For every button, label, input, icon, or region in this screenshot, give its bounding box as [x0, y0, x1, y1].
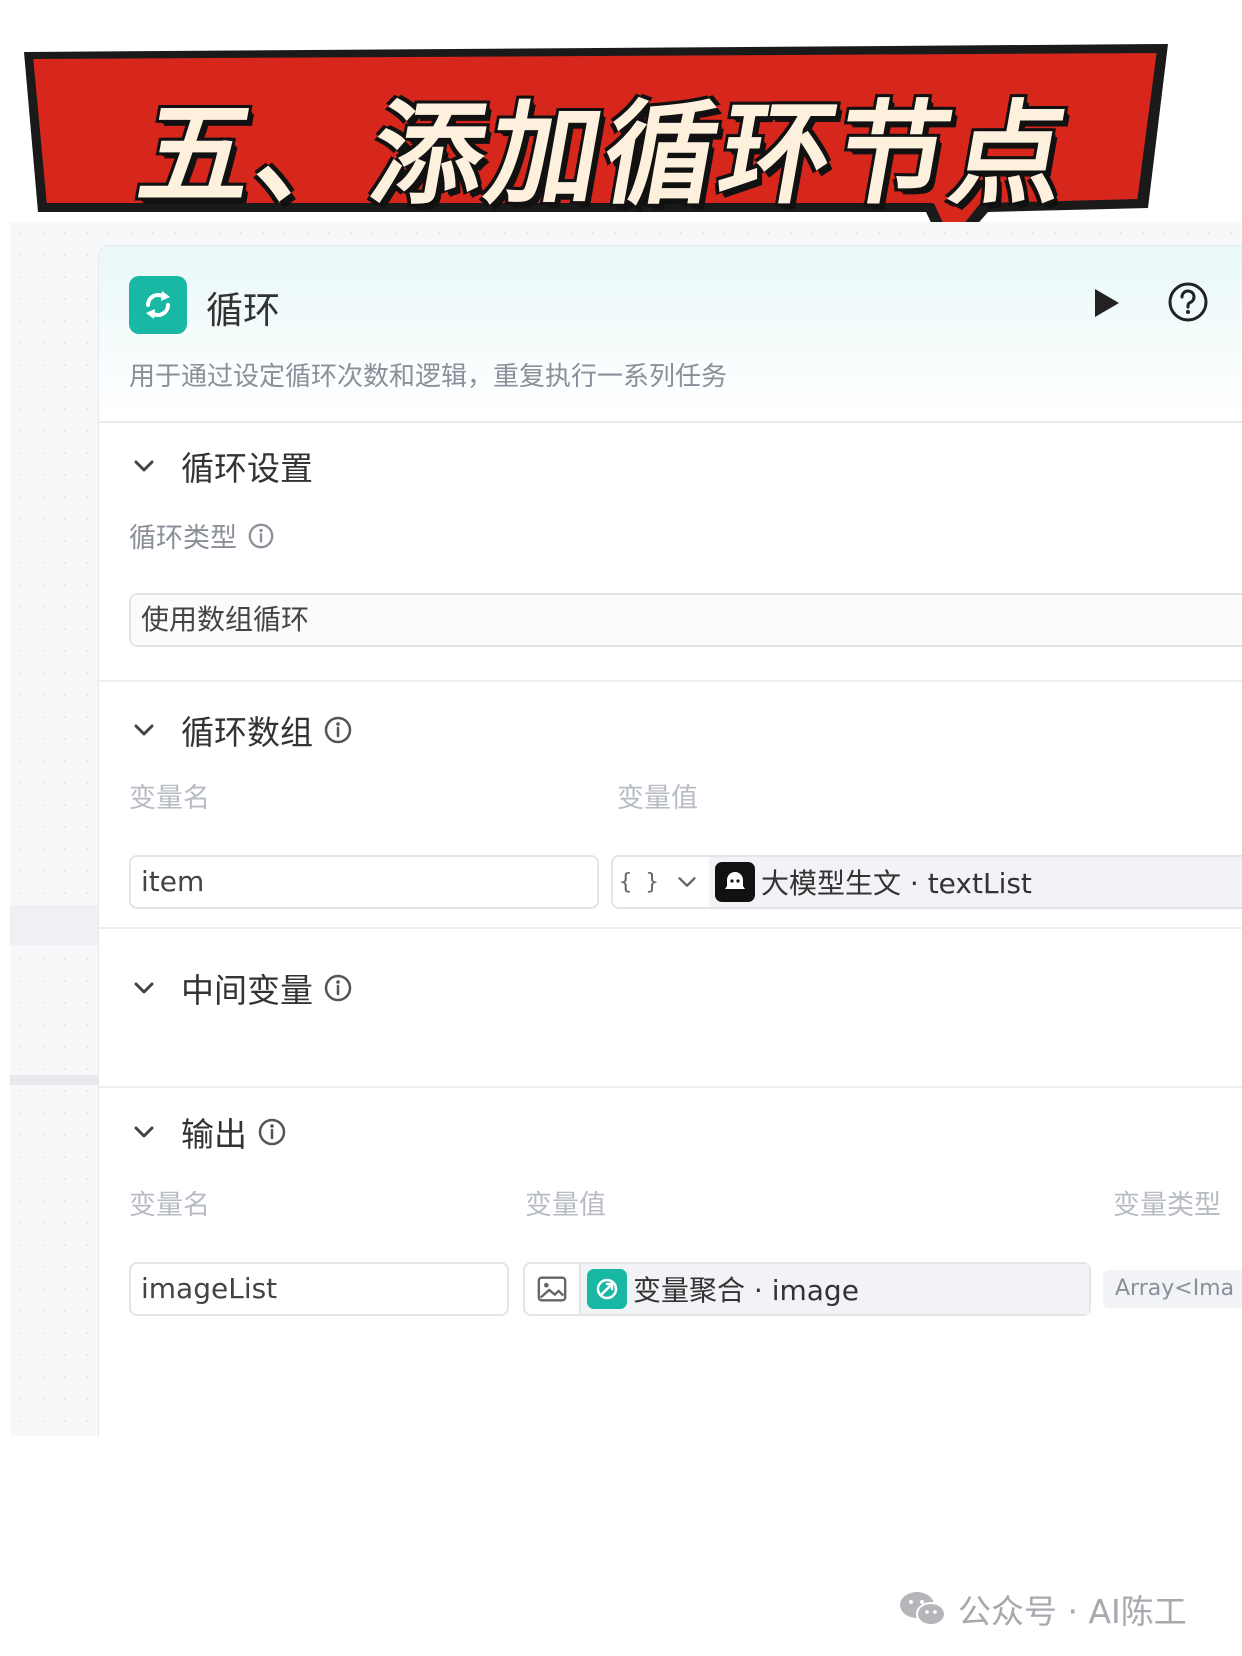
canvas-connector — [10, 1075, 100, 1085]
object-type-icon: { } — [619, 869, 659, 895]
watermark: 公众号 · AI陈工 — [898, 1585, 1187, 1633]
section-title: 中间变量 — [181, 971, 313, 1010]
column-header-type: 变量类型 — [1113, 1190, 1221, 1221]
node-title: 循环 — [206, 289, 280, 332]
wechat-icon — [900, 1592, 946, 1626]
section-output[interactable]: 输出 — [129, 1108, 287, 1156]
info-icon[interactable] — [323, 973, 353, 1003]
llm-node-icon — [715, 862, 755, 902]
section-title: 循环数组 — [181, 713, 313, 752]
variable-aggregate-icon — [587, 1269, 627, 1309]
loop-icon — [129, 276, 187, 334]
loop-type-label-text: 循环类型 — [129, 523, 237, 554]
loop-type-select[interactable]: 使用数组循环 — [129, 593, 1242, 647]
reference-chip[interactable]: 大模型生文 · textList — [709, 857, 1242, 907]
column-header-name: 变量名 — [129, 783, 210, 814]
loop-var-name-input[interactable]: item — [129, 855, 599, 909]
chevron-down-icon — [134, 1126, 154, 1138]
section-intermediate-vars[interactable]: 中间变量 — [129, 964, 353, 1012]
section-title: 输出 — [181, 1115, 247, 1154]
var-type-badge: Array<Ima — [1103, 1270, 1242, 1308]
section-title: 循环设置 — [181, 449, 313, 488]
reference-text: 变量聚合 · image — [633, 1274, 859, 1307]
type-selector[interactable] — [525, 1264, 581, 1314]
section-loop-settings[interactable]: 循环设置 — [129, 442, 313, 490]
chevron-down-icon — [678, 877, 696, 887]
output-var-value-field[interactable]: 变量聚合 · image — [523, 1262, 1091, 1316]
divider — [99, 680, 1242, 682]
node-description: 用于通过设定循环次数和逻辑，重复执行一系列任务 — [129, 362, 728, 392]
loop-type-label: 循环类型 — [129, 516, 275, 555]
node-header: 循环 用于通过设定循环次数和逻辑，重复执行一系列任务 — [99, 246, 1242, 423]
help-icon[interactable] — [1167, 281, 1209, 323]
run-icon[interactable] — [1089, 286, 1123, 320]
column-header-value: 变量值 — [525, 1190, 606, 1221]
reference-text: 大模型生文 · textList — [761, 867, 1032, 900]
loop-var-value-field[interactable]: { } 大模型生文 · textList — [611, 855, 1242, 909]
info-icon[interactable] — [323, 715, 353, 745]
chevron-down-icon — [134, 460, 154, 472]
column-header-value: 变量值 — [617, 783, 698, 814]
chevron-down-icon — [134, 724, 154, 736]
image-type-icon — [537, 1276, 567, 1302]
loop-node-panel: 循环 用于通过设定循环次数和逻辑，重复执行一系列任务 循环设置 循环类型 使用数… — [98, 245, 1242, 1437]
info-icon[interactable] — [257, 1117, 287, 1147]
column-header-name: 变量名 — [129, 1190, 210, 1221]
divider — [99, 1086, 1242, 1088]
reference-chip[interactable]: 变量聚合 · image — [581, 1264, 1089, 1314]
banner-title: 五、添加循环节点 — [129, 90, 1081, 220]
info-icon[interactable] — [247, 522, 275, 550]
watermark-text: 公众号 · AI陈工 — [958, 1592, 1187, 1631]
chevron-down-icon — [134, 982, 154, 994]
output-var-name-input[interactable]: imageList — [129, 1262, 509, 1316]
divider — [99, 927, 1242, 929]
type-selector[interactable]: { } — [613, 857, 715, 907]
section-loop-array[interactable]: 循环数组 — [129, 706, 353, 754]
canvas-connector — [10, 905, 100, 945]
